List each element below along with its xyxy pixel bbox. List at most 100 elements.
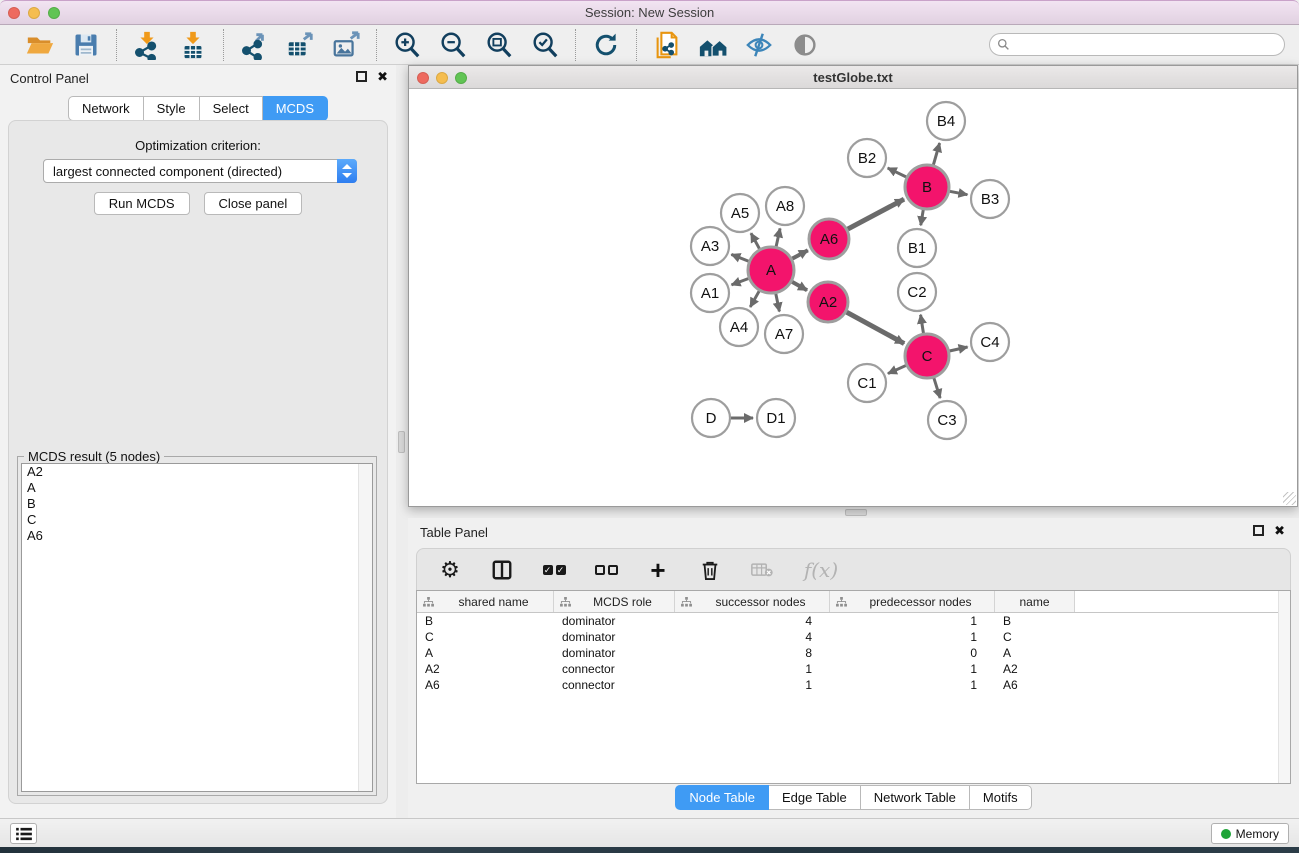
node-D1[interactable]: D1 [757,399,795,437]
node-A2[interactable]: A2 [808,282,848,322]
edge-B-B4[interactable] [933,143,939,165]
zoom-out-icon[interactable] [435,28,471,62]
table-cell[interactable]: 1 [830,661,995,677]
table-cell[interactable]: 1 [830,613,995,629]
table-cell[interactable]: connector [554,677,675,693]
edge-C-C1[interactable] [888,365,906,373]
show-all-icon[interactable] [787,28,823,62]
node-C1[interactable]: C1 [848,364,886,402]
task-history-button[interactable] [10,823,37,844]
result-item[interactable]: C [22,512,372,528]
node-C[interactable]: C [905,334,949,378]
deselect-all-icon[interactable] [593,557,619,583]
node-D[interactable]: D [692,399,730,437]
show-columns-icon[interactable] [489,557,515,583]
edge-A-A7[interactable] [776,294,780,312]
table-cell[interactable]: A [995,645,1075,661]
export-image-icon[interactable] [328,28,364,62]
tab-motifs[interactable]: Motifs [970,785,1032,810]
zoom-fit-icon[interactable] [481,28,517,62]
table-cell[interactable]: B [417,613,554,629]
node-B3[interactable]: B3 [971,180,1009,218]
node-A3[interactable]: A3 [691,227,729,265]
tab-edge-table[interactable]: Edge Table [769,785,861,810]
edge-A-A1[interactable] [732,278,749,284]
delete-column-icon[interactable] [697,557,723,583]
result-item[interactable]: B [22,496,372,512]
table-row[interactable]: A2connector11A2 [417,661,1290,677]
node-A8[interactable]: A8 [766,187,804,225]
save-session-icon[interactable] [68,28,104,62]
tab-mcds[interactable]: MCDS [263,96,328,121]
network-canvas[interactable]: B4B2BB3A5A8A6A3B1AA1C2A2A4A7CC4C1C3DD1 [409,89,1297,506]
search-input[interactable] [989,33,1285,56]
table-cell[interactable]: dominator [554,629,675,645]
table-cell[interactable]: A2 [417,661,554,677]
import-table-icon[interactable] [175,28,211,62]
table-row[interactable]: Bdominator41B [417,613,1290,629]
edge-A-A6[interactable] [792,250,808,258]
table-cell[interactable]: C [995,629,1075,645]
hide-selected-icon[interactable] [741,28,777,62]
splitter-grip[interactable] [398,431,405,453]
zoom-selected-icon[interactable] [527,28,563,62]
network-graph[interactable]: B4B2BB3A5A8A6A3B1AA1C2A2A4A7CC4C1C3DD1 [409,89,1297,506]
run-mcds-button[interactable]: Run MCDS [94,192,190,215]
add-column-icon[interactable]: + [645,557,671,583]
node-C3[interactable]: C3 [928,401,966,439]
edge-B-B2[interactable] [888,168,907,177]
node-B4[interactable]: B4 [927,102,965,140]
close-panel-icon[interactable]: ✖ [377,71,388,82]
node-A1[interactable]: A1 [691,274,729,312]
column-header-successor-nodes[interactable]: successor nodes [675,591,830,612]
table-cell[interactable]: 1 [830,629,995,645]
node-B[interactable]: B [905,165,949,209]
result-item[interactable]: A6 [22,528,372,544]
tab-network-table[interactable]: Network Table [861,785,970,810]
table-cell[interactable]: 4 [675,613,830,629]
column-header-name[interactable]: name [995,591,1075,612]
node-C2[interactable]: C2 [898,273,936,311]
table-cell[interactable]: A [417,645,554,661]
edge-C-C3[interactable] [934,378,940,398]
table-cell[interactable]: connector [554,661,675,677]
table-cell[interactable]: A6 [995,677,1075,693]
column-header-shared-name[interactable]: shared name [417,591,554,612]
first-neighbors-icon[interactable] [695,28,731,62]
edge-A-A4[interactable] [750,291,759,307]
table-cell[interactable]: 4 [675,629,830,645]
table-row[interactable]: Adominator80A [417,645,1290,661]
table-row[interactable]: A6connector11A6 [417,677,1290,693]
zoom-in-icon[interactable] [389,28,425,62]
edge-A-A3[interactable] [731,254,748,261]
criterion-dropdown[interactable]: largest connected component (directed) [43,159,357,183]
table-cell[interactable]: dominator [554,613,675,629]
list-scrollbar[interactable] [358,464,372,791]
node-B1[interactable]: B1 [898,229,936,267]
table-cell[interactable]: A6 [417,677,554,693]
export-table-icon[interactable] [282,28,318,62]
float-panel-icon[interactable] [1253,525,1264,536]
table-cell[interactable]: 0 [830,645,995,661]
node-A7[interactable]: A7 [765,315,803,353]
close-panel-icon[interactable]: ✖ [1274,525,1285,536]
horizontal-splitter[interactable] [408,507,1299,518]
tab-select[interactable]: Select [200,96,263,121]
table-cell[interactable]: 1 [675,661,830,677]
column-header-MCDS-role[interactable]: MCDS role [554,591,675,612]
table-row[interactable]: Cdominator41C [417,629,1290,645]
memory-button[interactable]: Memory [1211,823,1289,844]
node-A[interactable]: A [748,247,794,293]
table-cell[interactable]: C [417,629,554,645]
node-C4[interactable]: C4 [971,323,1009,361]
node-B2[interactable]: B2 [848,139,886,177]
table-mode-icon[interactable]: ⚙ [437,557,463,583]
window-resize-grip[interactable] [1283,492,1296,505]
close-panel-button[interactable]: Close panel [204,192,303,215]
column-header-predecessor-nodes[interactable]: predecessor nodes [830,591,995,612]
table-cell[interactable]: 1 [675,677,830,693]
import-network-icon[interactable] [129,28,165,62]
table-cell[interactable]: 1 [830,677,995,693]
edge-C-C2[interactable] [921,315,924,334]
tab-style[interactable]: Style [144,96,200,121]
